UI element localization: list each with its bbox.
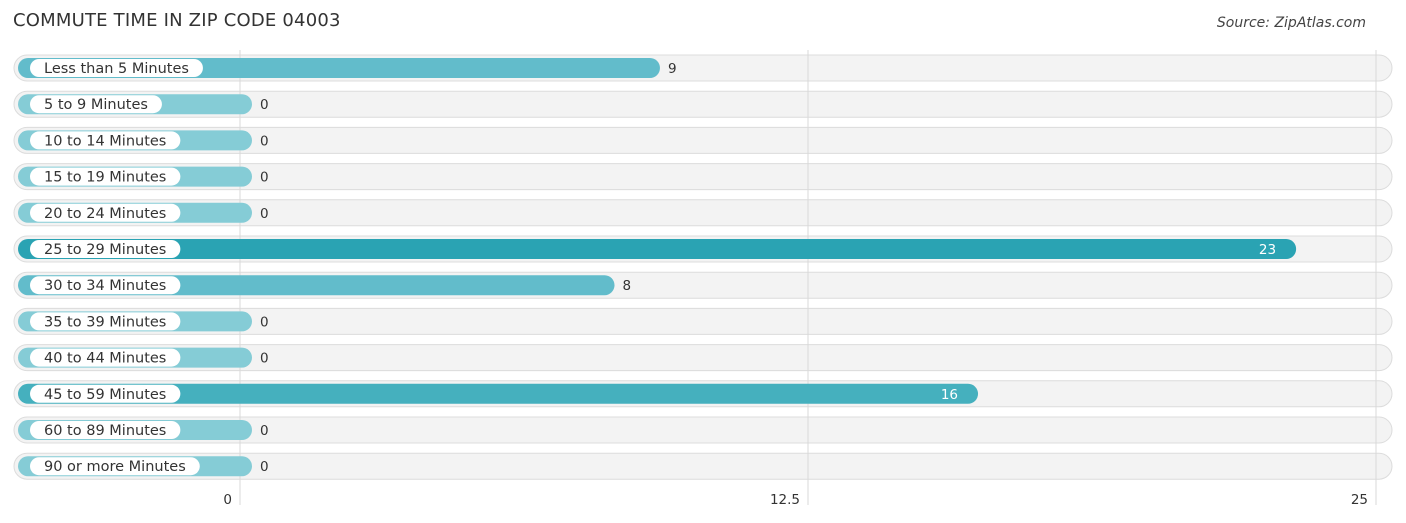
value-label: 0	[260, 97, 269, 113]
x-tick-label: 12.5	[770, 492, 800, 508]
category-label: 90 or more Minutes	[44, 459, 186, 475]
category-label: 35 to 39 Minutes	[44, 314, 166, 330]
category-label: Less than 5 Minutes	[44, 61, 189, 77]
category-label: 40 to 44 Minutes	[44, 351, 166, 367]
value-label: 23	[1259, 242, 1276, 258]
value-label: 0	[260, 423, 269, 439]
value-label: 0	[260, 314, 269, 330]
category-label: 10 to 14 Minutes	[44, 133, 166, 149]
value-label: 0	[260, 133, 269, 149]
value-label: 9	[668, 61, 677, 77]
category-label: 60 to 89 Minutes	[44, 423, 166, 439]
category-label: 45 to 59 Minutes	[44, 387, 166, 403]
value-label: 16	[941, 387, 958, 403]
x-tick-label: 0	[223, 492, 232, 508]
value-label: 0	[260, 459, 269, 475]
value-label: 0	[260, 351, 269, 367]
category-label: 15 to 19 Minutes	[44, 170, 166, 186]
value-label: 0	[260, 206, 269, 222]
value-label: 0	[260, 170, 269, 186]
category-label: 5 to 9 Minutes	[44, 97, 148, 113]
category-label: 30 to 34 Minutes	[44, 278, 166, 294]
bar[interactable]	[18, 239, 1297, 259]
value-label: 8	[623, 278, 632, 294]
category-label: 20 to 24 Minutes	[44, 206, 166, 222]
category-label: 25 to 29 Minutes	[44, 242, 166, 258]
bar-chart: Less than 5 Minutes 9 5 to 9 Minutes 0 10 to…	[13, 50, 1393, 508]
x-tick-label: 25	[1351, 492, 1368, 508]
